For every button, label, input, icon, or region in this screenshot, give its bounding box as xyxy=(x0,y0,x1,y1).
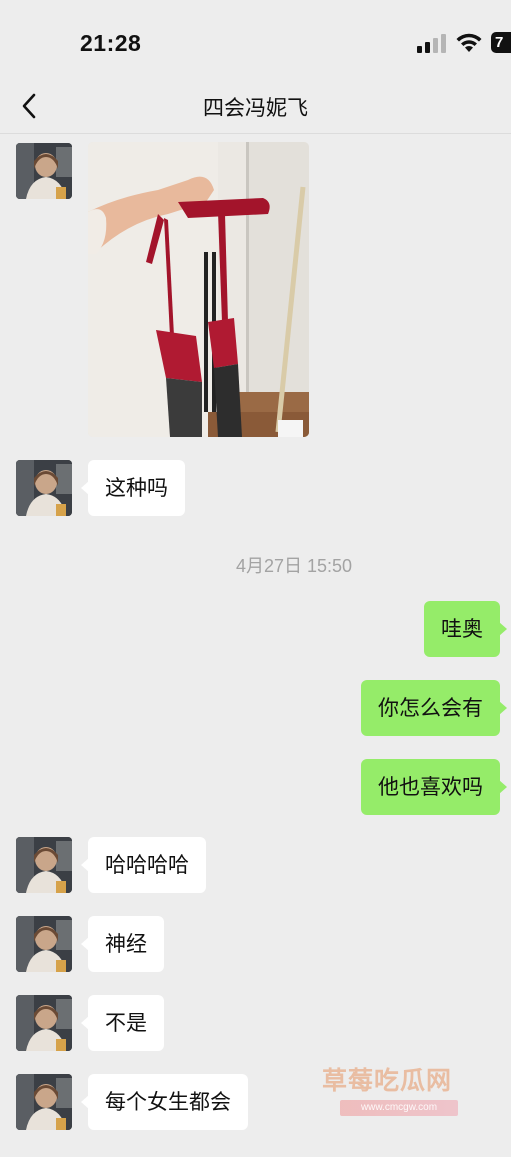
message-timestamp: 4月27日 15:50 xyxy=(235,556,353,576)
incoming-message-bubble[interactable]: 哈哈哈哈 xyxy=(81,837,206,893)
avatar-photo xyxy=(16,916,72,972)
avatar-photo xyxy=(16,837,72,893)
avatar-photo xyxy=(16,460,72,516)
watermark-text: 草莓吃瓜网 xyxy=(322,1066,453,1095)
watermark-url: www.cmcgw.com xyxy=(340,1100,458,1116)
image-message-photo xyxy=(88,142,309,437)
wifi-icon xyxy=(456,33,482,52)
avatar-photo xyxy=(16,1074,72,1130)
incoming-message-bubble[interactable]: 不是 xyxy=(81,995,164,1051)
incoming-message-bubble[interactable]: 神经 xyxy=(81,916,164,972)
avatar[interactable] xyxy=(16,460,72,516)
chat-title: 四会冯妮飞 xyxy=(203,96,308,120)
avatar-photo xyxy=(16,143,72,199)
avatar[interactable] xyxy=(16,916,72,972)
avatar[interactable] xyxy=(16,143,72,199)
status-time: 21:28 xyxy=(80,30,142,56)
incoming-message-bubble[interactable]: 这种吗 xyxy=(81,460,185,516)
outgoing-message-bubble[interactable]: 他也喜欢吗 xyxy=(361,759,507,815)
outgoing-message-bubble[interactable]: 哇奥 xyxy=(424,601,507,657)
outgoing-message-bubble[interactable]: 你怎么会有 xyxy=(361,680,507,736)
battery-indicator: 7 xyxy=(491,32,511,53)
avatar-photo xyxy=(16,995,72,1051)
chat-header: 四会冯妮飞 xyxy=(0,78,511,134)
avatar[interactable] xyxy=(16,995,72,1051)
incoming-message-bubble[interactable]: 每个女生都会 xyxy=(81,1074,248,1130)
cellular-signal-icon xyxy=(417,34,446,53)
image-message[interactable] xyxy=(88,142,309,437)
status-bar: 21:28 7 xyxy=(0,0,511,78)
avatar[interactable] xyxy=(16,1074,72,1130)
avatar[interactable] xyxy=(16,837,72,893)
